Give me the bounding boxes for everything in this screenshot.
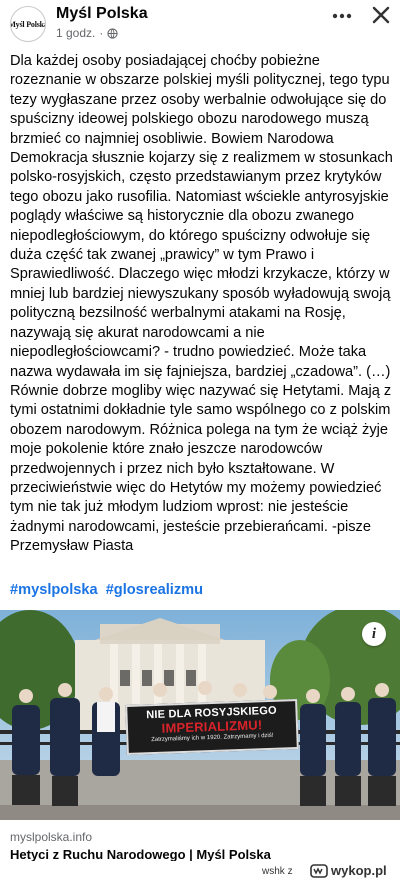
avatar[interactable]: Myśl Polska — [10, 6, 46, 42]
preview-image[interactable]: NIE DLA ROSYJSKIEGO IMPERIALIZMU! Zatrzy… — [0, 610, 400, 820]
meta-separator: · — [99, 26, 104, 40]
watermark: wshk z wykop.pl — [0, 861, 400, 883]
post-time[interactable]: 1 godz. — [56, 26, 95, 40]
link-title[interactable]: Hetyci z Ruchu Narodowego | Myśl Polska — [10, 847, 271, 862]
more-icon[interactable] — [330, 4, 354, 28]
close-icon[interactable] — [368, 2, 394, 28]
watermark-logo: wykop.pl — [310, 863, 387, 878]
post-header: Myśl Polska Myśl Polska 1 godz. · — [0, 0, 400, 46]
avatar-logo-text: Myśl Polska — [10, 19, 46, 29]
post-text: Dla każdej osoby posiadającej choćby pob… — [10, 52, 394, 557]
protest-banner: NIE DLA ROSYJSKIEGO IMPERIALIZMU! Zatrzy… — [125, 699, 299, 755]
post-paragraph-2: Równie dobrze mogliby więc nazywać się H… — [10, 382, 392, 555]
hashtag-link[interactable]: #glosrealizmu — [106, 582, 203, 598]
post-meta: 1 godz. · — [56, 26, 119, 40]
link-preview[interactable]: NIE DLA ROSYJSKIEGO IMPERIALIZMU! Zatrzy… — [0, 610, 400, 868]
author-name[interactable]: Myśl Polska — [56, 5, 148, 23]
hashtag-link[interactable]: #myslpolska — [10, 582, 98, 598]
link-domain: myslpolska.info — [10, 830, 93, 844]
info-icon[interactable]: i — [362, 622, 386, 646]
watermark-site: wykop.pl — [331, 863, 387, 878]
watermark-user: wshk z — [262, 866, 293, 877]
wykop-logo-icon — [310, 863, 328, 878]
globe-icon — [107, 27, 119, 39]
hashtags: #myslpolska #glosrealizmu — [10, 582, 207, 598]
post-paragraph-1: Dla każdej osoby posiadającej choćby pob… — [10, 53, 393, 380]
